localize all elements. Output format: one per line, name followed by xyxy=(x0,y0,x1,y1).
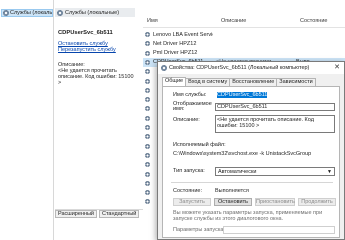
view-tabs: Расширенный Стандартный xyxy=(55,209,143,218)
properties-dialog: Свойства: CDPUserSvc_6b511 (Локальный ко… xyxy=(157,61,345,240)
display-name-field[interactable]: CDPUserSvc_6b511 xyxy=(215,103,335,111)
gear-icon xyxy=(145,87,150,93)
start-params-input[interactable] xyxy=(223,226,335,234)
chevron-down-icon: ▼ xyxy=(327,168,332,175)
gear-icon xyxy=(145,78,150,84)
column-state[interactable]: Состояние xyxy=(300,18,327,24)
start-button[interactable]: Запустить xyxy=(173,198,211,206)
gear-icon xyxy=(145,134,150,140)
service-row[interactable]: Lenovo LBA Event Service xyxy=(143,30,345,39)
services-title-strip: Службы (локальные) xyxy=(55,8,135,17)
column-description[interactable]: Описание xyxy=(221,18,246,24)
gear-icon xyxy=(145,59,150,65)
startup-type-value: Автоматически xyxy=(218,168,257,175)
display-name-label: Отображаемое имя: xyxy=(173,101,212,112)
services-title: Службы (локальные) xyxy=(65,9,120,16)
gear-icon xyxy=(145,171,150,177)
gear-icon xyxy=(145,106,150,112)
tab-logon[interactable]: Вход в систему xyxy=(185,78,231,86)
startup-type-select[interactable]: Автоматически ▼ xyxy=(215,167,335,176)
gear-icon xyxy=(145,199,150,205)
gear-icon xyxy=(145,50,150,56)
start-params-note: Вы можете указать параметры запуска, при… xyxy=(173,210,323,222)
dialog-tabs: Общие Вход в систему Восстановление Зави… xyxy=(162,77,316,86)
executable-path: C:\Windows\system32\svchost.exe -k Unist… xyxy=(173,151,312,157)
description-field-label: Описание: xyxy=(173,117,200,123)
column-header: Имя Описание Состояние xyxy=(143,14,345,28)
startup-type-label: Тип запуска: xyxy=(173,168,205,174)
tab-extended[interactable]: Расширенный xyxy=(55,210,97,218)
service-name: Lenovo LBA Event Service xyxy=(153,31,213,38)
description-text: <Не удается прочитать описание. Код ошиб… xyxy=(58,68,134,86)
description-field[interactable]: <Не удается прочитать описание. Код ошиб… xyxy=(215,115,335,133)
tree-item-local-services[interactable]: Службы (локаль xyxy=(1,9,53,17)
gear-icon xyxy=(145,115,150,121)
start-params-label: Параметры запуска: xyxy=(173,227,225,233)
tab-recovery[interactable]: Восстановление xyxy=(229,78,278,86)
stop-button[interactable]: Остановить xyxy=(214,198,252,206)
gear-icon xyxy=(161,65,167,71)
gear-icon xyxy=(145,69,150,75)
description-pane: CDPUserSvc_6b511 Остановить службу Перез… xyxy=(58,30,140,180)
status-value: Выполняется xyxy=(215,188,249,194)
tab-general[interactable]: Общие xyxy=(162,77,187,86)
gear-icon xyxy=(145,190,150,196)
service-row[interactable]: Pml Driver HPZ12 xyxy=(143,49,345,58)
gear-icon xyxy=(145,41,150,47)
tree-item-label: Службы (локаль xyxy=(10,10,53,16)
tab-dependencies[interactable]: Зависимости xyxy=(276,78,316,86)
service-name-label: Имя службы: xyxy=(173,92,207,98)
resume-button[interactable]: Продолжить xyxy=(298,198,336,206)
dialog-titlebar[interactable]: Свойства: CDPUserSvc_6b511 (Локальный ко… xyxy=(158,62,344,74)
dialog-title: Свойства: CDPUserSvc_6b511 (Локальный ко… xyxy=(169,65,310,71)
executable-label: Исполняемый файл: xyxy=(173,142,226,148)
gear-icon xyxy=(145,125,150,130)
divider xyxy=(171,182,333,183)
gear-icon xyxy=(145,152,150,158)
status-label: Состояние: xyxy=(173,188,202,194)
service-name: Net Driver HPZ12 xyxy=(153,40,197,47)
close-icon[interactable]: ✕ xyxy=(332,63,342,73)
gear-icon xyxy=(3,10,9,16)
service-row[interactable]: Net Driver HPZ12 xyxy=(143,39,345,48)
tree-pane: Службы (локаль xyxy=(0,0,54,240)
service-name-value: CDPUserSvc_6b511 xyxy=(217,92,268,98)
column-name[interactable]: Имя xyxy=(147,18,158,24)
gear-icon xyxy=(57,9,63,16)
tab-standard[interactable]: Стандартный xyxy=(99,210,140,218)
gear-icon xyxy=(145,32,150,37)
gear-icon xyxy=(145,162,150,168)
service-name-field[interactable]: CDPUserSvc_6b511 xyxy=(215,91,325,99)
pause-button[interactable]: Приостановить xyxy=(255,198,295,206)
gear-icon xyxy=(145,143,150,149)
dialog-body: Имя службы: CDPUserSvc_6b511 Отображаемо… xyxy=(162,86,340,238)
service-name: Pml Driver HPZ12 xyxy=(153,50,198,57)
gear-icon xyxy=(145,180,150,186)
gear-icon xyxy=(145,97,150,103)
